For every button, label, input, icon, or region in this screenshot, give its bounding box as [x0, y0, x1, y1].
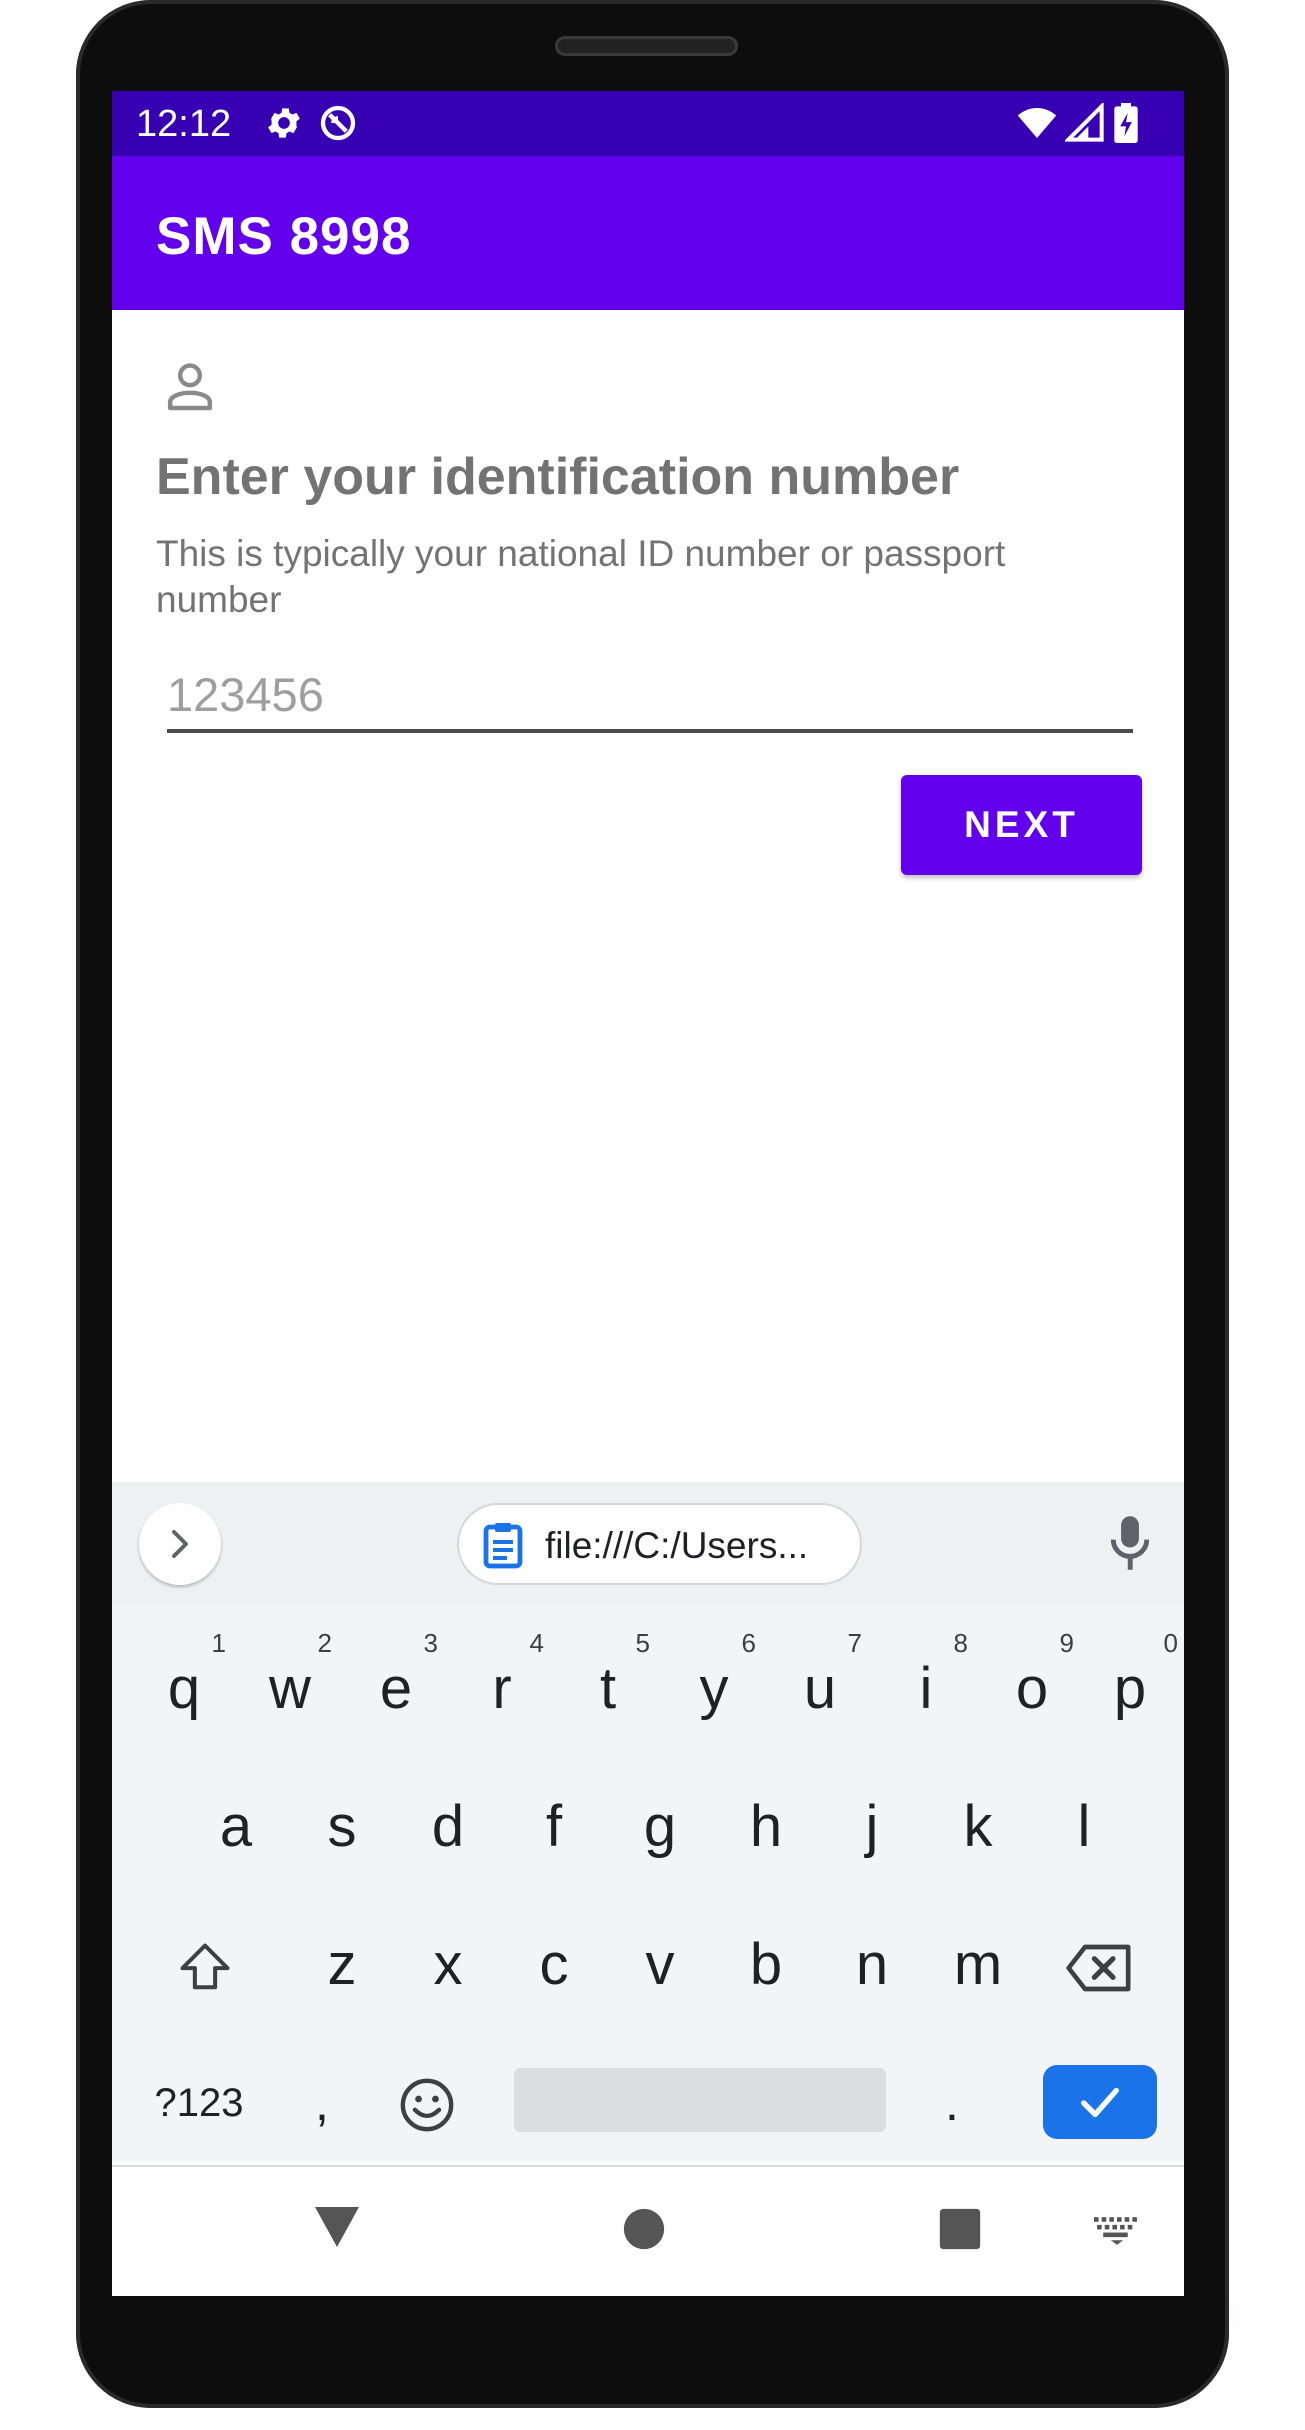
backspace-key[interactable]: [1042, 1910, 1152, 2020]
key-b[interactable]: b: [716, 1910, 816, 2020]
key-e[interactable]: e3: [346, 1628, 446, 1744]
keyboard-toolbar: file:///C:/Users...: [112, 1482, 1184, 1602]
settings-icon: [268, 108, 300, 138]
key-h[interactable]: h: [716, 1772, 816, 1882]
key-x[interactable]: x: [398, 1910, 498, 2020]
key-g[interactable]: g: [610, 1772, 710, 1882]
system-nav-bar: [112, 2165, 1184, 2296]
key-j[interactable]: j: [822, 1772, 922, 1882]
key-z[interactable]: z: [292, 1910, 392, 2020]
key-k[interactable]: k: [928, 1772, 1028, 1882]
status-time: 12:12: [136, 103, 232, 145]
chevron-right-icon: [172, 1530, 188, 1558]
app-bar: SMS 8998: [112, 156, 1184, 310]
key-l[interactable]: l: [1034, 1772, 1134, 1882]
clipboard-icon: [483, 1523, 523, 1569]
signal-icon: [1065, 103, 1104, 142]
key-s[interactable]: s: [292, 1772, 392, 1882]
helper-text: This is typically your national ID numbe…: [156, 533, 1006, 620]
battery-icon: [1114, 103, 1138, 143]
phone-frame: 12:12 SMS 8998 Enter your identification…: [76, 0, 1229, 2408]
enter-key[interactable]: [1043, 2065, 1157, 2139]
key-f[interactable]: f: [504, 1772, 604, 1882]
key-i[interactable]: i8: [876, 1628, 976, 1744]
clipboard-suggestion-chip[interactable]: file:///C:/Users...: [457, 1503, 862, 1585]
clipboard-text: file:///C:/Users...: [545, 1525, 809, 1566]
home-circle-icon[interactable]: [622, 2207, 666, 2251]
key-o[interactable]: o9: [982, 1628, 1082, 1744]
shift-key[interactable]: [148, 1910, 258, 2020]
person-icon: [167, 363, 213, 411]
backspace-icon: [1066, 1944, 1131, 1992]
recents-square-icon[interactable]: [938, 2207, 982, 2251]
keyboard-icon[interactable]: [1094, 2217, 1140, 2245]
sync-icon: [320, 105, 356, 141]
key-y[interactable]: y6: [664, 1628, 764, 1744]
key-p[interactable]: p0: [1082, 1628, 1178, 1744]
app-title: SMS 8998: [156, 207, 412, 266]
key-t[interactable]: t5: [558, 1628, 658, 1744]
spacebar[interactable]: [514, 2068, 886, 2132]
shift-icon: [180, 1943, 230, 1990]
key-w[interactable]: w2: [240, 1628, 340, 1744]
page-heading: Enter your identification number: [156, 448, 960, 506]
id-number-input[interactable]: [167, 659, 1133, 733]
key-n[interactable]: n: [822, 1910, 922, 2020]
earpiece-speaker: [555, 36, 738, 56]
key-m[interactable]: m: [928, 1910, 1028, 2020]
check-icon: [1081, 2087, 1119, 2118]
back-triangle-icon[interactable]: [312, 2205, 362, 2249]
screen: 12:12 SMS 8998 Enter your identification…: [112, 91, 1184, 2296]
wifi-icon: [1017, 108, 1057, 138]
key-r[interactable]: r4: [452, 1628, 552, 1744]
key-d[interactable]: d: [398, 1772, 498, 1882]
symbols-key[interactable]: ?123: [134, 2048, 264, 2158]
period-key[interactable]: .: [912, 2048, 992, 2158]
toolbar-expand-button[interactable]: [139, 1503, 221, 1585]
key-a[interactable]: a: [186, 1772, 286, 1882]
key-c[interactable]: c: [504, 1910, 604, 2020]
key-v[interactable]: v: [610, 1910, 710, 2020]
microphone-icon[interactable]: [1105, 1514, 1155, 1572]
key-u[interactable]: u7: [770, 1628, 870, 1744]
comma-key[interactable]: ,: [282, 2048, 362, 2158]
status-bar: 12:12: [112, 91, 1184, 156]
soft-keyboard: file:///C:/Users... q1 w2 e3 r4 t5 y6 u7…: [112, 1482, 1184, 2162]
key-q[interactable]: q1: [134, 1628, 234, 1744]
emoji-icon: [400, 2078, 454, 2132]
emoji-key[interactable]: [376, 2048, 476, 2158]
next-button[interactable]: NEXT: [901, 775, 1142, 875]
